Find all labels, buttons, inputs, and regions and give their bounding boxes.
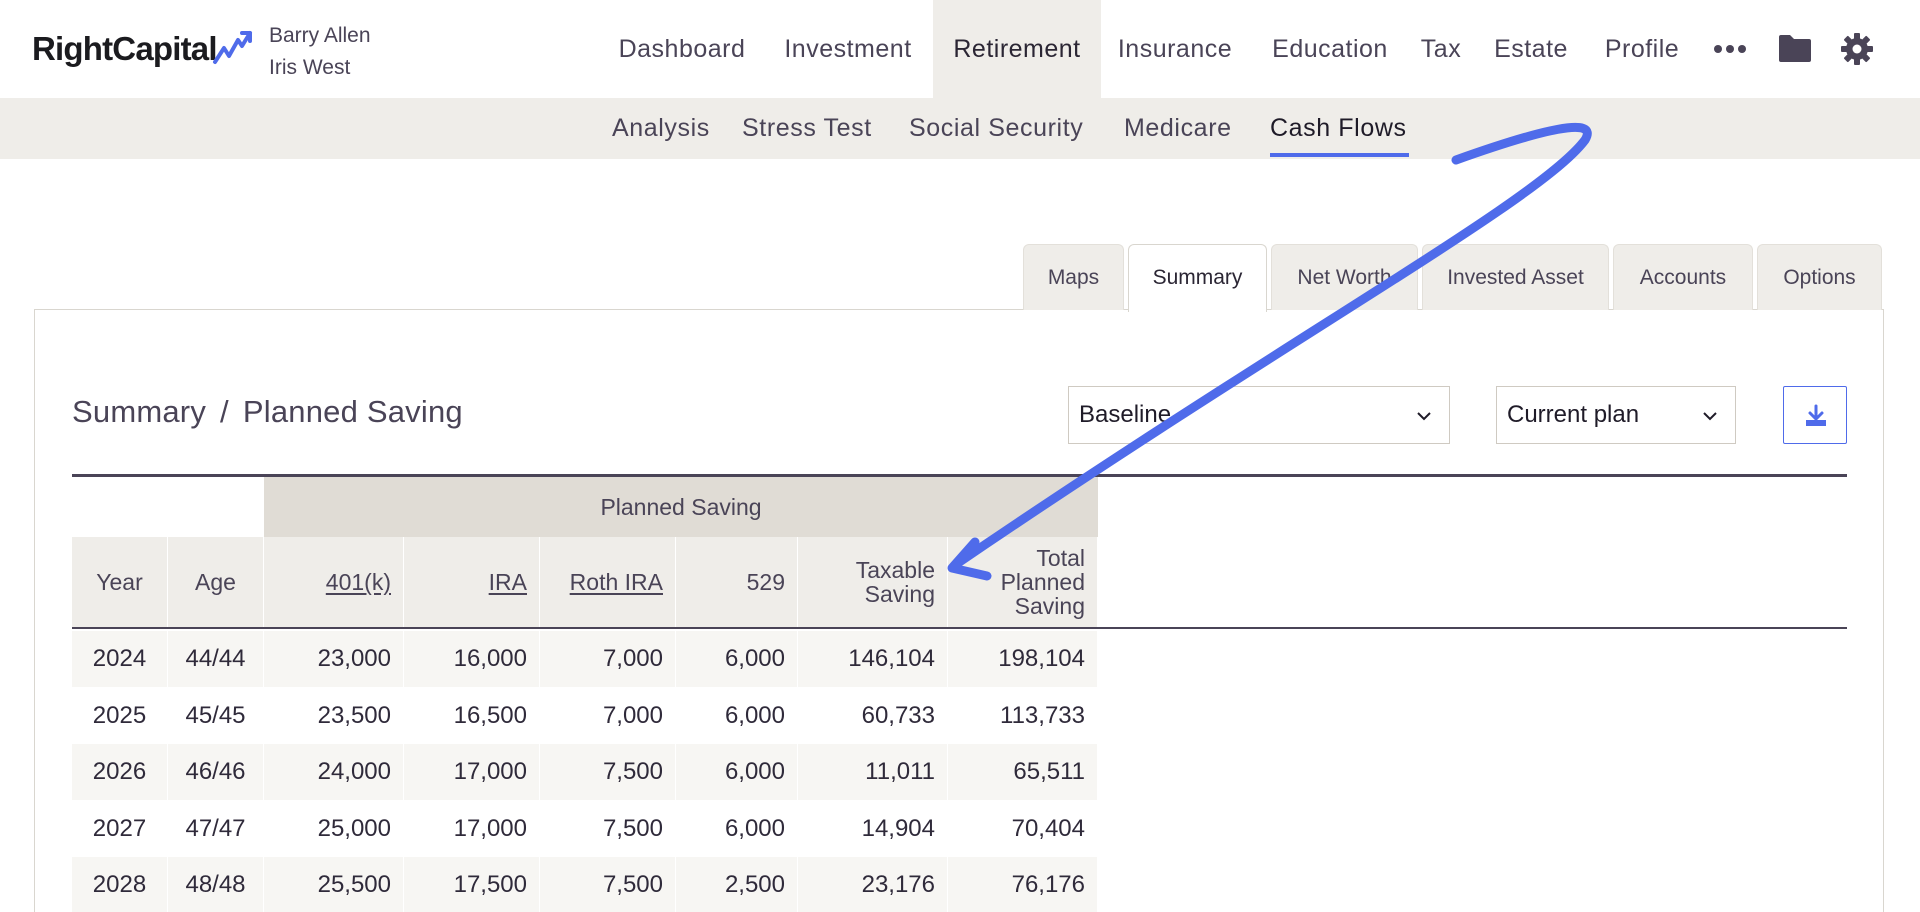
table-row: 2024 44/44 23,000 16,000 7,000 6,000 146,104 19… [72,631,1098,687]
cell-roth-ira: 7,500 [540,857,676,912]
col-header-taxable-saving[interactable]: Taxable Saving [798,537,948,627]
cell-529: 6,000 [676,744,798,800]
cell-age: 44/44 [168,631,264,687]
cell-year: 2026 [72,744,168,800]
nav-profile[interactable]: Profile [1594,0,1690,98]
col-header-roth-ira[interactable]: Roth IRA [540,537,676,627]
scenario-select-value: Baseline [1079,401,1172,428]
cell-ira: 17,000 [404,800,540,857]
chevron-down-icon [1417,412,1431,421]
cell-401k: 25,000 [264,800,404,857]
cell-401k: 23,000 [264,631,404,687]
download-icon [1806,404,1826,426]
client-primary-name: Barry Allen [269,24,371,47]
nav-retirement[interactable]: Retirement [933,0,1101,98]
cell-total-planned-saving: 198,104 [948,631,1098,687]
cell-529: 6,000 [676,800,798,857]
cell-taxable-saving: 11,011 [798,744,948,800]
download-button[interactable] [1783,386,1847,444]
tab-net-worth[interactable]: Net Worth [1271,244,1418,310]
breadcrumb-current: Planned Saving [242,394,463,429]
cell-total-planned-saving: 76,176 [948,857,1098,912]
col-header-ira[interactable]: IRA [404,537,540,627]
top-navigation-bar: RightCapital Barry Allen Iris West Dashb… [0,0,1920,98]
breadcrumb: Summary / Planned Saving [72,394,463,430]
table-row: 2028 48/48 25,500 17,500 7,500 2,500 23,176 76,… [72,857,1098,912]
col-header-total-planned-saving[interactable]: Total Planned Saving [948,537,1098,627]
nav-investment[interactable]: Investment [768,0,928,98]
client-names[interactable]: Barry Allen Iris West [269,20,371,84]
subnav-stress-test[interactable]: Stress Test [742,98,872,159]
subnav-cash-flows[interactable]: Cash Flows [1270,98,1407,159]
plan-select[interactable]: Current plan [1496,386,1736,444]
cell-roth-ira: 7,000 [540,631,676,687]
cell-roth-ira: 7,000 [540,687,676,744]
breadcrumb-separator: / [220,394,229,429]
tab-options[interactable]: Options [1757,244,1882,310]
cell-ira: 16,500 [404,687,540,744]
cell-age: 45/45 [168,687,264,744]
col-header-529[interactable]: 529 [676,537,798,627]
retirement-subnav: Analysis Stress Test Social Security Med… [0,98,1920,159]
cell-age: 48/48 [168,857,264,912]
tab-accounts[interactable]: Accounts [1613,244,1753,310]
cell-total-planned-saving: 113,733 [948,687,1098,744]
cell-ira: 16,000 [404,631,540,687]
active-subnav-indicator [1270,153,1409,157]
table-row: 2025 45/45 23,500 16,500 7,000 6,000 60,733 113… [72,687,1098,744]
nav-estate[interactable]: Estate [1484,0,1578,98]
cell-age: 47/47 [168,800,264,857]
table-row: 2027 47/47 25,000 17,000 7,500 6,000 14,904 70,… [72,800,1098,857]
cell-taxable-saving: 60,733 [798,687,948,744]
tab-invested-asset[interactable]: Invested Asset [1422,244,1609,310]
scenario-select[interactable]: Baseline [1068,386,1450,444]
cell-age: 46/46 [168,744,264,800]
cell-529: 6,000 [676,631,798,687]
subnav-analysis[interactable]: Analysis [612,98,710,159]
cell-401k: 23,500 [264,687,404,744]
nav-dashboard[interactable]: Dashboard [604,0,760,98]
tab-summary[interactable]: Summary [1128,244,1267,312]
col-header-year[interactable]: Year [72,537,168,627]
gear-icon[interactable] [1840,32,1874,66]
cell-roth-ira: 7,500 [540,800,676,857]
subnav-social-security[interactable]: Social Security [909,98,1083,159]
cell-year: 2028 [72,857,168,912]
table-header-rule [72,627,1847,629]
cell-401k: 25,500 [264,857,404,912]
nav-insurance[interactable]: Insurance [1106,0,1244,98]
subnav-medicare[interactable]: Medicare [1124,98,1232,159]
plan-select-value: Current plan [1507,401,1640,428]
cell-taxable-saving: 23,176 [798,857,948,912]
table-row: 2026 46/46 24,000 17,000 7,500 6,000 11,011 65,… [72,744,1098,800]
cell-taxable-saving: 14,904 [798,800,948,857]
client-secondary-name: Iris West [269,56,351,79]
cell-year: 2024 [72,631,168,687]
col-header-age[interactable]: Age [168,537,264,627]
cell-ira: 17,000 [404,744,540,800]
nav-education[interactable]: Education [1260,0,1400,98]
tab-maps[interactable]: Maps [1023,244,1124,310]
planned-saving-group-header: Planned Saving [264,477,1098,537]
breadcrumb-parent[interactable]: Summary [72,394,206,429]
cell-529: 2,500 [676,857,798,912]
cell-ira: 17,500 [404,857,540,912]
nav-tax[interactable]: Tax [1412,0,1470,98]
app-logo[interactable]: RightCapital [32,30,218,68]
cell-year: 2025 [72,687,168,744]
cell-roth-ira: 7,500 [540,744,676,800]
cell-529: 6,000 [676,687,798,744]
cell-taxable-saving: 146,104 [798,631,948,687]
folder-icon[interactable] [1777,33,1813,63]
logo-arrow-icon [213,31,252,64]
chevron-down-icon [1703,412,1717,421]
col-header-401k[interactable]: 401(k) [264,537,404,627]
cell-year: 2027 [72,800,168,857]
cell-total-planned-saving: 70,404 [948,800,1098,857]
more-icon[interactable] [1712,40,1748,58]
cell-total-planned-saving: 65,511 [948,744,1098,800]
cell-401k: 24,000 [264,744,404,800]
